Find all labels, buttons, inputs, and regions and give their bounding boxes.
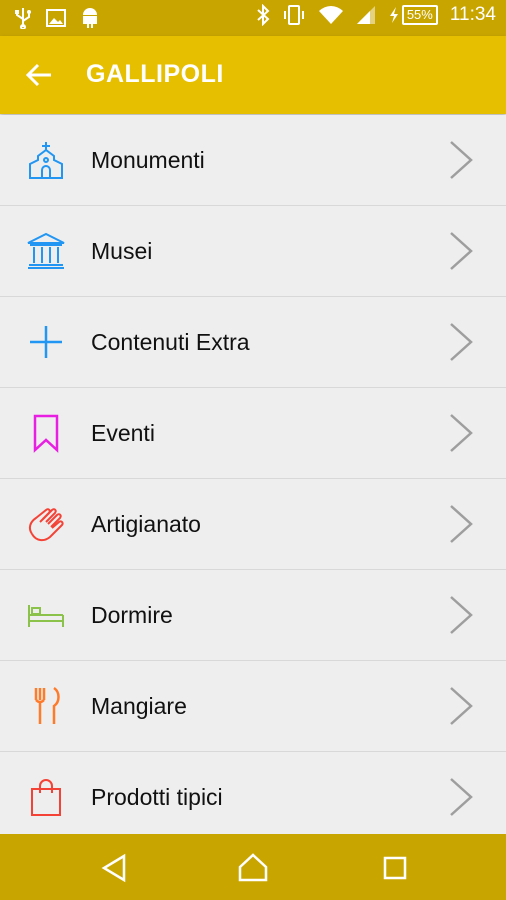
- menu-item-label: Prodotti tipici: [91, 784, 223, 810]
- menu-item-contenuti-extra[interactable]: Contenuti Extra: [0, 297, 506, 388]
- chevron-right-icon: [450, 596, 473, 634]
- menu-item-monumenti[interactable]: Monumenti: [0, 115, 506, 206]
- menu-item-prodotti-tipici[interactable]: Prodotti tipici: [0, 752, 506, 843]
- vibrate-icon: [283, 5, 304, 25]
- menu-item-artigianato[interactable]: Artigianato: [0, 479, 506, 570]
- menu-item-eventi[interactable]: Eventi: [0, 388, 506, 479]
- chevron-right-icon: [450, 778, 473, 816]
- menu-list: Monumenti Musei Contenuti Extra Eventi A…: [0, 115, 506, 843]
- wifi-icon: [318, 6, 343, 24]
- menu-item-label: Eventi: [91, 420, 155, 446]
- arrow-left-icon[interactable]: [24, 60, 54, 90]
- charging-icon: [389, 7, 398, 23]
- status-bar: 55% 11:34: [0, 0, 506, 36]
- menu-item-label: Artigianato: [91, 511, 201, 537]
- navigation-bar: [0, 834, 506, 900]
- chevron-right-icon: [450, 505, 473, 543]
- chevron-right-icon: [450, 414, 473, 452]
- battery-percent: 55%: [401, 5, 438, 25]
- plus-icon: [30, 326, 62, 358]
- hand-icon: [28, 508, 64, 542]
- bed-icon: [28, 605, 64, 627]
- bluetooth-icon: [257, 4, 270, 26]
- signal-icon: [356, 6, 375, 24]
- museum-icon: [27, 232, 65, 269]
- menu-item-label: Mangiare: [91, 693, 187, 719]
- menu-item-label: Contenuti Extra: [91, 329, 250, 355]
- chevron-right-icon: [450, 141, 473, 179]
- menu-item-mangiare[interactable]: Mangiare: [0, 661, 506, 752]
- menu-item-label: Musei: [91, 238, 153, 264]
- battery-indicator: 55%: [388, 5, 438, 25]
- bookmark-icon: [33, 414, 59, 453]
- menu-item-label: Dormire: [91, 602, 173, 628]
- usb-icon: [15, 8, 31, 29]
- android-icon: [83, 8, 97, 28]
- app-bar: GALLIPOLI: [0, 36, 506, 114]
- back-triangle-icon[interactable]: [98, 852, 130, 884]
- menu-item-musei[interactable]: Musei: [0, 206, 506, 297]
- shopping-bag-icon: [31, 779, 61, 816]
- church-icon: [29, 142, 63, 179]
- cutlery-icon: [34, 686, 60, 724]
- home-icon[interactable]: [237, 852, 269, 884]
- page-title: GALLIPOLI: [86, 60, 224, 88]
- chevron-right-icon: [450, 323, 473, 361]
- image-icon: [46, 9, 66, 27]
- recents-square-icon[interactable]: [379, 852, 411, 884]
- menu-item-dormire[interactable]: Dormire: [0, 570, 506, 661]
- chevron-right-icon: [450, 687, 473, 725]
- menu-item-label: Monumenti: [91, 147, 205, 173]
- clock: 11:34: [449, 4, 496, 25]
- chevron-right-icon: [450, 232, 473, 270]
